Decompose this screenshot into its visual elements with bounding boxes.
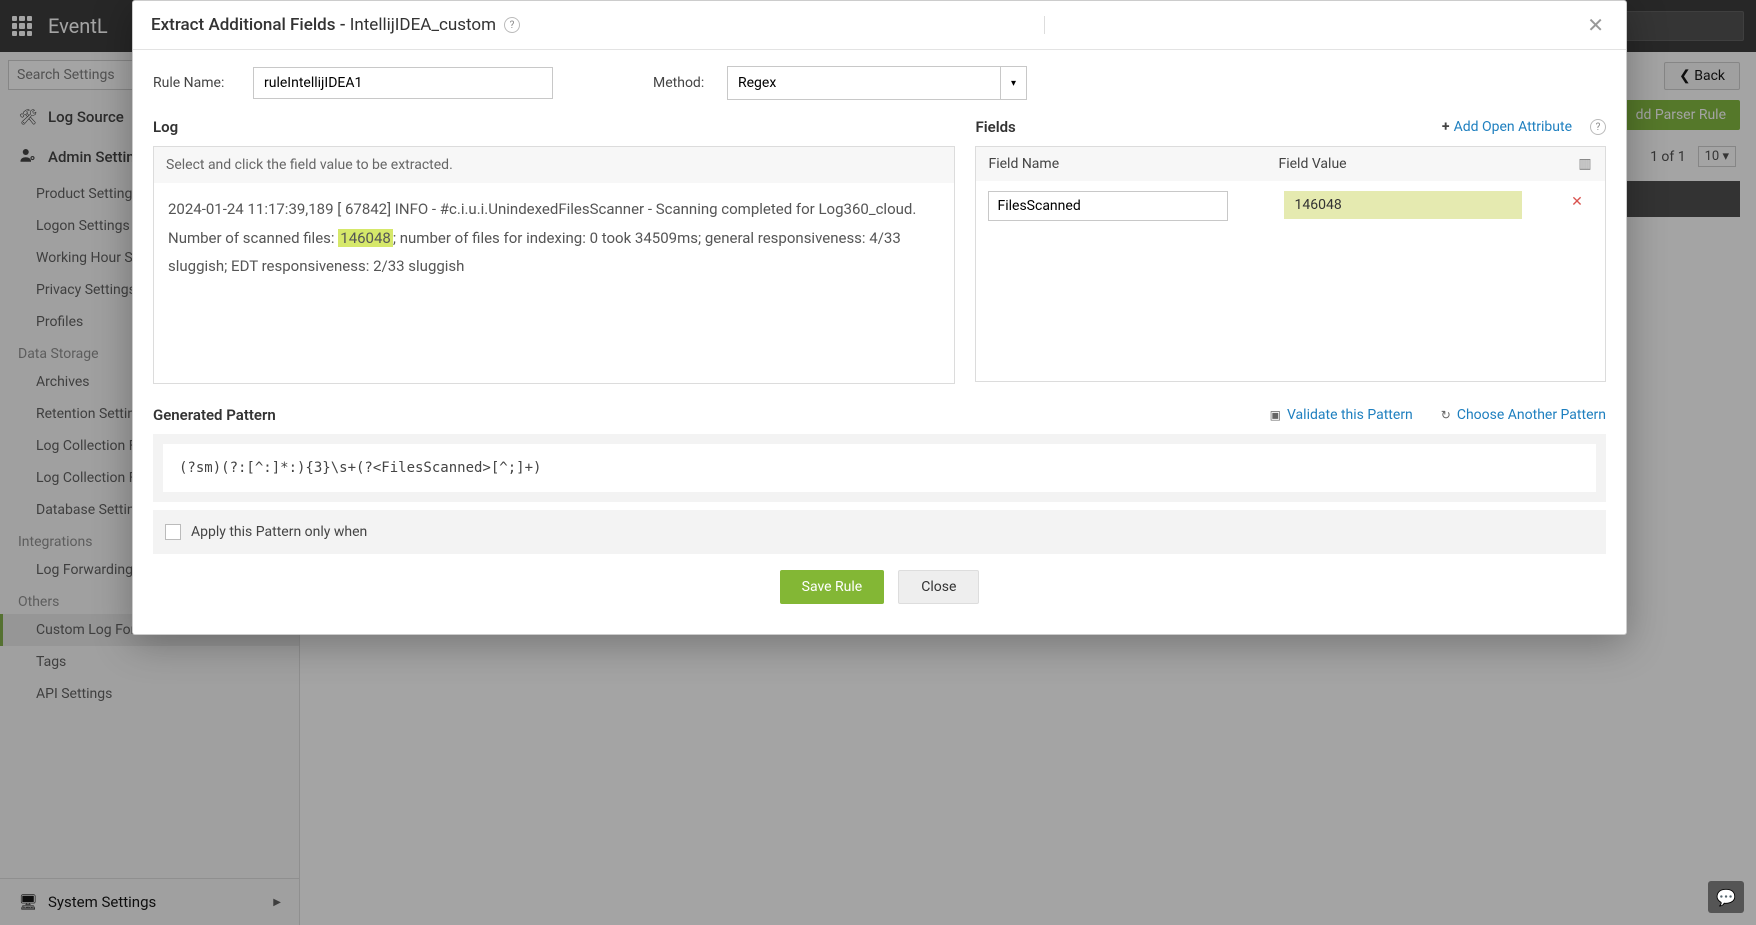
- refresh-icon: ↻: [1441, 408, 1451, 422]
- apply-when-label: Apply this Pattern only when: [191, 524, 367, 540]
- fields-table-row: 146048 ✕: [976, 181, 1605, 381]
- close-button[interactable]: Close: [898, 570, 979, 604]
- close-icon[interactable]: ✕: [1583, 13, 1608, 37]
- pattern-container: (?sm)(?:[^:]*:){3}\s+(?<FilesScanned>[^;…: [153, 434, 1606, 502]
- fields-heading-label: Fields: [975, 118, 1015, 136]
- help-icon[interactable]: ?: [504, 17, 520, 33]
- modal-title-name: IntellijIDEA_custom: [350, 15, 496, 35]
- log-heading: Log: [153, 118, 955, 136]
- log-highlighted-value[interactable]: 146048: [338, 229, 393, 247]
- modal-title-prefix: Extract Additional Fields -: [151, 15, 350, 35]
- col-field-name: Field Name: [976, 147, 1266, 181]
- modal-title: Extract Additional Fields - IntellijIDEA…: [151, 15, 496, 35]
- pattern-text[interactable]: (?sm)(?:[^:]*:){3}\s+(?<FilesScanned>[^;…: [163, 444, 1596, 492]
- save-rule-button[interactable]: Save Rule: [780, 570, 885, 604]
- help-icon[interactable]: ?: [1590, 119, 1606, 135]
- generated-pattern-heading: Generated Pattern: [153, 406, 276, 424]
- extract-fields-modal: Extract Additional Fields - IntellijIDEA…: [132, 0, 1627, 635]
- apply-pattern-row: Apply this Pattern only when: [153, 510, 1606, 554]
- apply-when-checkbox[interactable]: [165, 524, 181, 540]
- field-value-box: 146048: [1284, 191, 1522, 219]
- modal-footer: Save Rule Close: [153, 554, 1606, 624]
- rule-name-label: Rule Name:: [153, 75, 239, 91]
- method-value: Regex: [738, 75, 776, 91]
- col-field-value: Field Value: [1266, 147, 1565, 181]
- method-label: Method:: [653, 75, 713, 91]
- chat-icon[interactable]: 💬: [1708, 881, 1744, 913]
- modal-header: Extract Additional Fields - IntellijIDEA…: [133, 1, 1626, 50]
- delete-row-icon[interactable]: ✕: [1561, 194, 1593, 210]
- validate-icon: ▣: [1270, 408, 1281, 422]
- field-name-input[interactable]: [988, 191, 1228, 221]
- columns-icon[interactable]: ▥: [1578, 156, 1591, 172]
- log-box: Select and click the field value to be e…: [153, 146, 955, 384]
- divider: [1044, 16, 1045, 34]
- method-select[interactable]: Regex ▾: [727, 66, 1027, 100]
- log-sample-text[interactable]: 2024-01-24 11:17:39,189 [ 67842] INFO - …: [154, 183, 954, 383]
- validate-pattern-link[interactable]: ▣Validate this Pattern: [1270, 407, 1413, 423]
- fields-heading: Fields +Add Open Attribute ?: [975, 118, 1606, 136]
- chevron-down-icon: ▾: [1000, 67, 1016, 99]
- fields-table: Field Name Field Value ▥ 146048 ✕: [975, 146, 1606, 382]
- add-open-attribute-link[interactable]: +Add Open Attribute: [1442, 119, 1572, 135]
- plus-icon: +: [1442, 119, 1450, 135]
- choose-another-pattern-link[interactable]: ↻Choose Another Pattern: [1441, 407, 1606, 423]
- fields-table-head: Field Name Field Value ▥: [976, 147, 1605, 181]
- log-hint: Select and click the field value to be e…: [154, 147, 954, 183]
- rule-name-input[interactable]: [253, 67, 553, 99]
